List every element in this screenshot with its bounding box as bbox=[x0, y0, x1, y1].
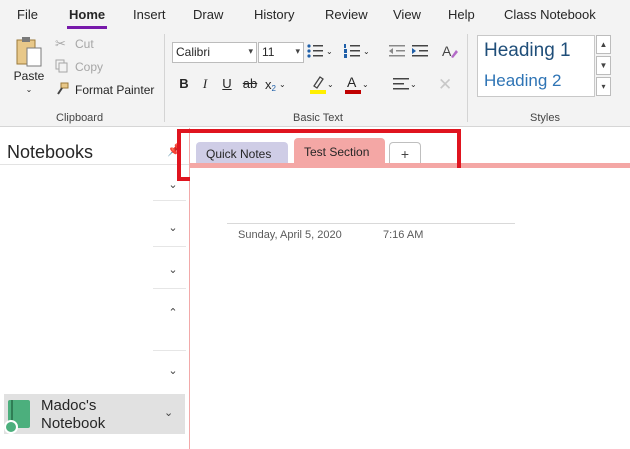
chevron-up-icon[interactable]: ⌃ bbox=[163, 306, 183, 319]
strikethrough-button[interactable]: ab bbox=[241, 76, 259, 91]
page-time: 7:16 AM bbox=[383, 229, 424, 241]
chevron-down-icon: ▾ bbox=[295, 46, 300, 56]
copy-icon bbox=[55, 59, 71, 75]
notebook-name-line1: Madoc's bbox=[41, 397, 97, 414]
chevron-down-icon[interactable]: ⌄ bbox=[164, 406, 173, 419]
active-tab-indicator bbox=[67, 26, 107, 29]
numbering-icon bbox=[344, 44, 360, 58]
style-heading-1[interactable]: Heading 1 bbox=[484, 40, 571, 62]
paste-icon bbox=[16, 37, 42, 67]
notebook-pane: Notebooks 📌 ⌄ ⌄ ⌄ ⌃ ⌄ Madoc's Notebook ⌄ bbox=[0, 128, 189, 449]
scroll-up-icon[interactable]: ▲ bbox=[596, 35, 611, 54]
clear-formatting-icon: A bbox=[442, 43, 458, 59]
font-color-button[interactable]: A ⌄ bbox=[344, 74, 369, 94]
paste-label: Paste bbox=[13, 69, 45, 83]
sync-icon bbox=[4, 420, 18, 434]
chevron-down-icon: ⌄ bbox=[362, 79, 369, 89]
page-title-line[interactable] bbox=[227, 223, 515, 224]
scroll-down-icon[interactable]: ▼ bbox=[596, 56, 611, 75]
style-heading-2[interactable]: Heading 2 bbox=[484, 71, 562, 91]
format-painter-button[interactable]: Format Painter bbox=[55, 82, 154, 98]
svg-text:A: A bbox=[347, 74, 357, 90]
divider bbox=[153, 246, 186, 247]
close-icon: ✕ bbox=[438, 75, 453, 94]
divider bbox=[153, 350, 186, 351]
menu-file[interactable]: File bbox=[17, 7, 38, 22]
chevron-down-icon: ⌄ bbox=[278, 80, 286, 89]
copy-button[interactable]: Copy bbox=[55, 59, 103, 75]
styles-group-label: Styles bbox=[530, 112, 560, 124]
paste-dropdown-icon[interactable]: ⌄ bbox=[26, 85, 33, 94]
menu-class-notebook[interactable]: Class Notebook bbox=[504, 7, 596, 22]
notebook-name: Madoc's Notebook bbox=[41, 397, 141, 433]
chevron-down-icon: ⌄ bbox=[410, 79, 417, 89]
highlight-button[interactable]: ⌄ bbox=[309, 74, 334, 94]
clear-formatting-button[interactable]: A bbox=[441, 42, 459, 60]
cut-button[interactable]: ✂ Cut bbox=[55, 36, 94, 52]
paintbrush-icon bbox=[55, 82, 71, 98]
subscript-icon: 2 bbox=[271, 84, 276, 93]
highlighter-icon bbox=[310, 76, 326, 94]
font-name-value: Calibri bbox=[176, 45, 211, 59]
menu-bar: File Home Insert Draw History Review Vie… bbox=[0, 0, 630, 30]
paste-button[interactable]: Paste ⌄ bbox=[12, 36, 46, 94]
align-left-icon bbox=[393, 78, 409, 90]
group-separator bbox=[164, 34, 165, 122]
styles-scroll: ▲ ▼ ▾ bbox=[596, 35, 611, 97]
underline-button[interactable]: U bbox=[219, 76, 235, 91]
italic-button[interactable]: I bbox=[197, 76, 213, 92]
chevron-down-icon: ⌄ bbox=[363, 46, 370, 56]
notebook-item-madocs[interactable]: Madoc's Notebook ⌄ bbox=[4, 394, 185, 434]
divider bbox=[0, 164, 189, 165]
font-size-value: 11 bbox=[262, 45, 275, 59]
chevron-down-icon: ⌄ bbox=[327, 79, 334, 89]
chevron-down-icon: ⌄ bbox=[326, 46, 333, 56]
menu-insert[interactable]: Insert bbox=[133, 7, 166, 22]
bullets-button[interactable]: ⌄ bbox=[306, 43, 333, 59]
page-canvas[interactable]: Sunday, April 5, 2020 7:16 AM bbox=[190, 168, 630, 449]
group-separator bbox=[467, 34, 468, 122]
numbering-button[interactable]: ⌄ bbox=[343, 43, 370, 59]
format-painter-label: Format Painter bbox=[75, 83, 155, 97]
notebook-name-line2: Notebook bbox=[41, 415, 106, 432]
bullets-icon bbox=[307, 44, 323, 58]
delete-button[interactable]: ✕ bbox=[438, 75, 452, 95]
paragraph-alignment-button[interactable]: ⌄ bbox=[392, 76, 417, 92]
font-name-select[interactable]: Calibri ▾ bbox=[172, 42, 257, 63]
chevron-down-icon[interactable]: ⌄ bbox=[163, 364, 183, 377]
menu-view[interactable]: View bbox=[393, 7, 421, 22]
menu-history[interactable]: History bbox=[254, 7, 294, 22]
divider bbox=[153, 200, 186, 201]
clipboard-group-label: Clipboard bbox=[56, 112, 104, 124]
more-styles-icon[interactable]: ▾ bbox=[596, 77, 611, 96]
increase-indent-icon bbox=[412, 45, 428, 57]
chevron-down-icon: ▾ bbox=[248, 46, 253, 56]
menu-draw[interactable]: Draw bbox=[193, 7, 223, 22]
divider bbox=[153, 288, 186, 289]
decrease-indent-icon bbox=[389, 45, 405, 57]
increase-indent-button[interactable] bbox=[411, 43, 429, 59]
menu-help[interactable]: Help bbox=[448, 7, 475, 22]
font-size-select[interactable]: 11 ▾ bbox=[258, 42, 304, 63]
cut-label: Cut bbox=[75, 37, 94, 51]
menu-home[interactable]: Home bbox=[69, 7, 105, 22]
menu-review[interactable]: Review bbox=[325, 7, 368, 22]
page-date: Sunday, April 5, 2020 bbox=[238, 229, 342, 241]
svg-text:A: A bbox=[442, 43, 452, 59]
styles-gallery[interactable]: Heading 1 Heading 2 bbox=[477, 35, 595, 97]
subscript-button[interactable]: x 2 ⌄ bbox=[265, 76, 286, 93]
chevron-down-icon[interactable]: ⌄ bbox=[163, 263, 183, 276]
chevron-down-icon[interactable]: ⌄ bbox=[163, 221, 183, 234]
ribbon: Paste ⌄ ✂ Cut Copy Format Painter Clipbo… bbox=[0, 30, 630, 127]
decrease-indent-button[interactable] bbox=[388, 43, 406, 59]
basic-text-group-label: Basic Text bbox=[293, 112, 343, 124]
scissors-icon: ✂ bbox=[55, 36, 66, 51]
font-color-icon: A bbox=[345, 74, 361, 94]
copy-label: Copy bbox=[75, 60, 104, 74]
bold-button[interactable]: B bbox=[176, 76, 192, 91]
notebooks-title: Notebooks bbox=[7, 142, 94, 162]
